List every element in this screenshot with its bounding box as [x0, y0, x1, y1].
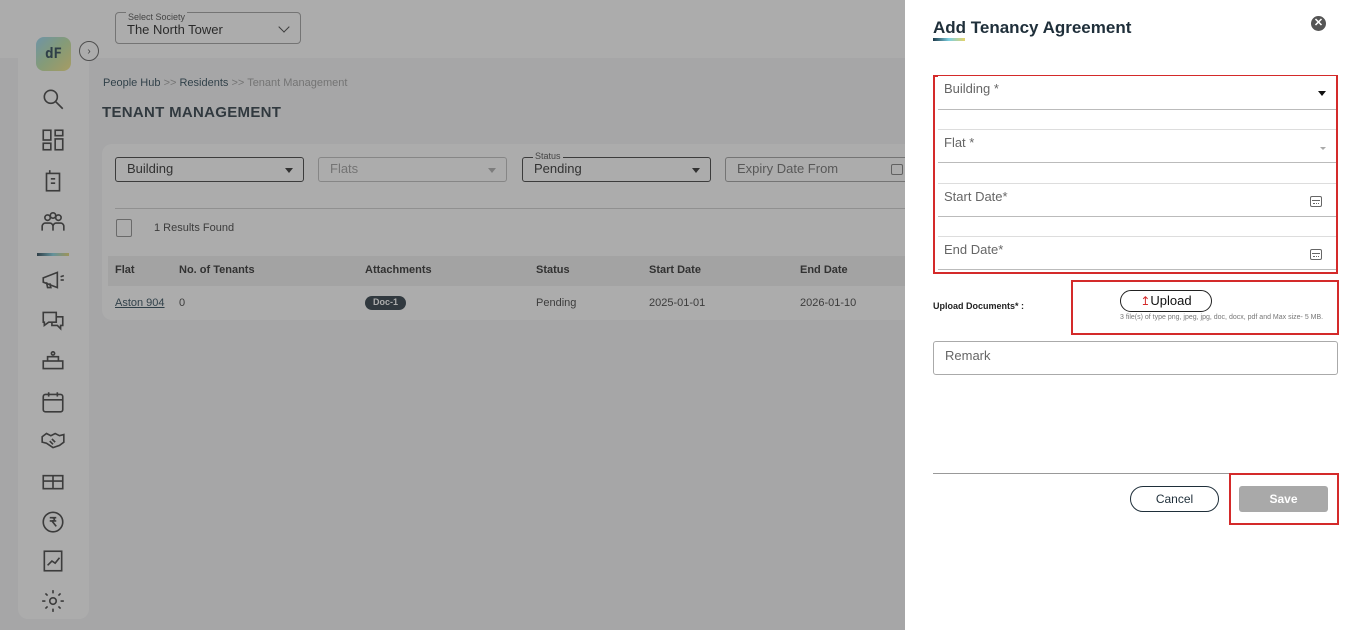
start-date-field[interactable]: Start Date* — [938, 183, 1336, 217]
caret-down-icon — [1318, 91, 1326, 96]
cancel-button[interactable]: Cancel — [1130, 486, 1219, 512]
upload-icon: ↥ — [1140, 294, 1151, 308]
modal-backdrop[interactable] — [0, 0, 905, 630]
start-date-label: Start Date* — [944, 189, 1008, 204]
remark-field[interactable]: Remark — [933, 341, 1338, 375]
flat-field-label: Flat * — [944, 135, 975, 150]
calendar-icon[interactable] — [1310, 249, 1322, 260]
upload-button-label: Upload — [1150, 293, 1192, 308]
end-date-field[interactable]: End Date* — [938, 236, 1336, 270]
title-underline — [933, 38, 965, 41]
caret-down-icon — [1320, 147, 1326, 150]
remark-placeholder: Remark — [945, 348, 991, 363]
end-date-label: End Date* — [944, 242, 1004, 257]
upload-hint: 3 file(s) of type png, jpeg, jpg, doc, d… — [1120, 314, 1324, 321]
add-tenancy-drawer: Add Tenancy Agreement ✕ Building * Flat … — [905, 0, 1366, 630]
building-field[interactable]: Building * — [938, 76, 1336, 110]
save-button[interactable]: Save — [1239, 486, 1328, 512]
upload-button[interactable]: ↥Upload — [1120, 290, 1212, 312]
close-icon[interactable]: ✕ — [1311, 16, 1326, 31]
flat-field[interactable]: Flat * — [938, 129, 1336, 163]
building-field-label: Building * — [944, 81, 999, 96]
drawer-title: Add Tenancy Agreement — [933, 18, 1132, 37]
calendar-icon[interactable] — [1310, 196, 1322, 207]
upload-documents-label: Upload Documents* : — [933, 301, 1025, 311]
